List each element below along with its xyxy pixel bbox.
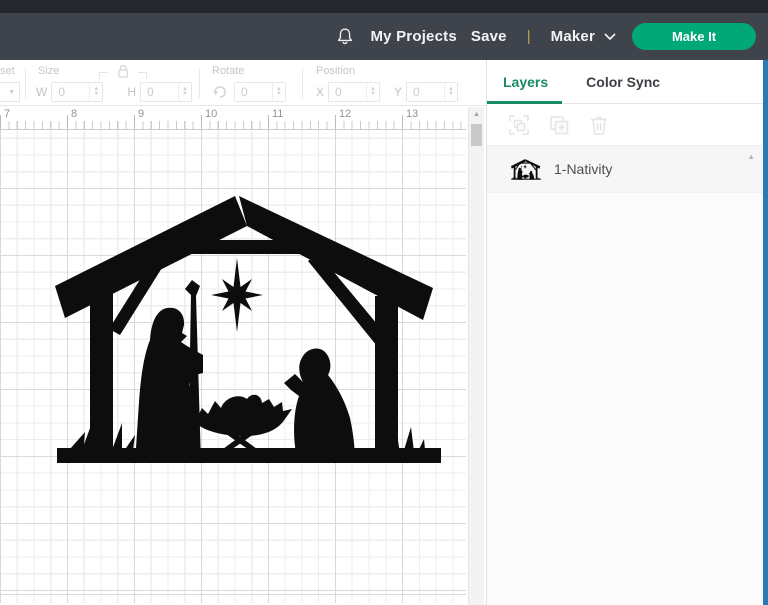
chevron-down-icon <box>604 32 616 40</box>
toolbar-divider <box>199 68 200 98</box>
offset-dropdown[interactable]: ▼ <box>0 82 20 102</box>
ruler-label: 8 <box>71 108 78 120</box>
canvas-pane: set ▼ Size W ▲ ▼ H <box>0 60 486 605</box>
make-it-button[interactable]: Make It <box>632 23 756 50</box>
design-space-window: My Projects Save | Maker Make It set ▼ S… <box>0 0 768 605</box>
offset-label-partial: set <box>0 65 15 77</box>
ruler-label: 12 <box>339 108 352 120</box>
lock-connector <box>99 72 108 79</box>
duplicate-layer-button[interactable] <box>547 113 571 137</box>
ruler-label: 9 <box>138 108 145 120</box>
position-controls: X ▲ ▼ Y ▲ ▼ <box>316 82 459 102</box>
duplicate-icon <box>550 115 569 134</box>
rotate-icon[interactable] <box>212 84 228 100</box>
y-input[interactable]: ▲ ▼ <box>406 82 459 102</box>
window-edge <box>763 60 768 605</box>
edit-toolbar: set ▼ Size W ▲ ▼ H <box>0 60 486 106</box>
my-projects-link[interactable]: My Projects <box>370 28 456 45</box>
lock-icon <box>118 65 129 78</box>
height-stepper[interactable]: ▲ ▼ <box>178 83 191 101</box>
toolbar-divider <box>302 68 303 98</box>
nativity-silhouette-graphic[interactable] <box>55 196 443 464</box>
width-input[interactable]: ▲ ▼ <box>51 82 104 102</box>
app-header: My Projects Save | Maker Make It <box>0 13 768 60</box>
bell-icon <box>338 28 353 45</box>
rotate-section-label: Rotate <box>212 65 245 77</box>
layer-actions-toolbar <box>487 104 763 146</box>
rotate-stepper[interactable]: ▲ ▼ <box>272 83 285 101</box>
select-frame-icon <box>509 114 529 135</box>
trash-icon <box>591 116 607 135</box>
layer-row-nativity[interactable]: 1-Nativity <box>487 146 763 193</box>
stepper-down-icon: ▼ <box>182 91 188 97</box>
tab-layers[interactable]: Layers <box>487 60 563 104</box>
y-label: Y <box>394 85 403 99</box>
width-stepper[interactable]: ▲ ▼ <box>89 83 102 101</box>
design-canvas[interactable] <box>0 130 466 603</box>
machine-selector-dropdown[interactable]: Maker <box>551 28 616 45</box>
position-section-label: Position <box>316 65 356 77</box>
ruler-label: 11 <box>272 108 284 120</box>
panel-scroll-up-icon[interactable]: ▲ <box>747 152 755 161</box>
ruler-major-ticks <box>0 115 466 129</box>
height-label: H <box>127 85 136 99</box>
lock-connector <box>138 72 147 79</box>
panel-tabs: Layers Color Sync <box>487 60 763 104</box>
stepper-down-icon: ▼ <box>276 91 282 97</box>
save-link[interactable]: Save <box>471 28 507 45</box>
stepper-down-icon: ▼ <box>93 91 100 97</box>
rotate-input[interactable]: ▲ ▼ <box>234 82 286 102</box>
size-section-label: Size <box>38 65 60 77</box>
scrollbar-thumb[interactable] <box>471 124 482 146</box>
layers-panel: Layers Color Sync 1-Nativity ▲ <box>486 60 763 605</box>
ruler-label: 13 <box>406 108 419 120</box>
x-stepper[interactable]: ▲ ▼ <box>366 83 379 101</box>
machine-name-label: Maker <box>550 28 595 45</box>
nativity-thumbnail-icon <box>511 159 541 180</box>
main-area: set ▼ Size W ▲ ▼ H <box>0 60 768 605</box>
x-label: X <box>316 85 325 99</box>
browser-titlebar <box>0 0 768 13</box>
layer-name: 1-Nativity <box>554 161 613 177</box>
y-stepper[interactable]: ▲ ▼ <box>444 83 457 101</box>
layers-list: 1-Nativity ▲ <box>487 146 763 605</box>
horizontal-ruler: 7 8 9 10 11 12 13 <box>0 106 466 130</box>
height-input[interactable]: ▲ ▼ <box>140 82 192 102</box>
toolbar-divider <box>25 68 26 98</box>
notifications-button[interactable] <box>336 27 354 46</box>
tab-color-sync[interactable]: Color Sync <box>574 60 672 103</box>
select-layers-button[interactable] <box>507 113 531 137</box>
size-controls: W ▲ ▼ H ▲ ▼ <box>36 82 192 102</box>
dropdown-arrow-icon: ▼ <box>8 88 15 96</box>
stepper-down-icon: ▼ <box>448 91 454 97</box>
rotate-controls: ▲ ▼ <box>212 82 286 102</box>
scroll-up-arrow-icon[interactable]: ▲ <box>469 107 484 122</box>
x-input[interactable]: ▲ ▼ <box>328 82 381 102</box>
ruler-label: 10 <box>205 108 218 120</box>
canvas-vertical-scrollbar[interactable]: ▲ <box>468 107 484 605</box>
ruler-label: 7 <box>4 108 11 120</box>
width-label: W <box>36 85 48 99</box>
size-lock-toggle[interactable] <box>99 61 147 81</box>
delete-layer-button[interactable] <box>587 113 611 137</box>
stepper-down-icon: ▼ <box>370 91 376 97</box>
header-separator: | <box>526 28 531 45</box>
